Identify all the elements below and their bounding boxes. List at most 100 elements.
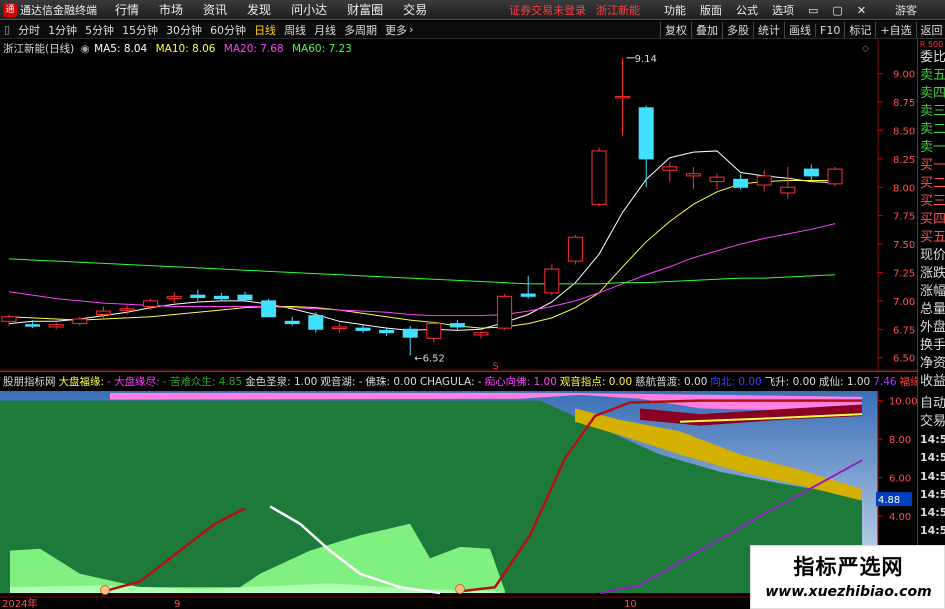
back-button[interactable]: 返回 <box>915 22 945 38</box>
period-tab[interactable]: 多周期 <box>344 22 377 38</box>
period-tab-more[interactable]: 更多 <box>385 22 407 38</box>
menu-formula[interactable]: 公式 <box>736 2 758 18</box>
candle-body <box>72 318 88 325</box>
hand-icon <box>455 584 465 594</box>
period-tab[interactable]: 30分钟 <box>166 22 202 38</box>
indicator-tick-label: 6.00 <box>889 474 911 485</box>
toolbar-handle-icon[interactable]: ▯ <box>4 23 10 36</box>
menu-item-trade[interactable]: 交易 <box>403 1 427 18</box>
auto-trade-label[interactable]: 自动 <box>918 395 945 413</box>
tick-time: 14:56 <box>920 524 945 538</box>
menu-options[interactable]: 选项 <box>772 2 794 18</box>
menu-item-ask[interactable]: 问小达 <box>291 1 327 18</box>
quote-item-label: 换手 <box>920 338 945 353</box>
menu-item-discover[interactable]: 发现 <box>247 1 271 18</box>
menu-item-news[interactable]: 资讯 <box>203 1 227 18</box>
date-tick-label: 9 <box>174 599 180 609</box>
watermark-title: 指标严选网 <box>793 555 904 579</box>
candle-body <box>190 294 206 298</box>
ma60-line <box>8 258 836 285</box>
quote-item-label: 涨幅 <box>920 284 945 299</box>
menu-function[interactable]: 功能 <box>664 2 686 18</box>
price-tick-label: 7.25 <box>893 268 915 279</box>
price-tick-label: 6.50 <box>893 354 915 365</box>
period-tab[interactable]: 15分钟 <box>122 22 158 38</box>
adjust-button[interactable]: 复权 <box>660 22 691 38</box>
quote-item-label: 买五 <box>920 230 945 245</box>
period-toolbar: ▯ 分时 1分钟 5分钟 15分钟 30分钟 60分钟 日线 周线 月线 多周期… <box>0 21 945 39</box>
overlay-button[interactable]: 叠加 <box>691 22 722 38</box>
candle-body <box>426 323 442 339</box>
candle-body <box>709 176 725 183</box>
indicator-tick-label: 8.00 <box>889 435 911 446</box>
ma20-label: MA20: 7.68 <box>223 43 284 55</box>
candle-body <box>685 173 701 177</box>
menu-item-quotes[interactable]: 行情 <box>115 1 139 18</box>
candle-body <box>803 168 819 177</box>
guest-label[interactable]: 游客 <box>895 2 917 18</box>
candle-body <box>449 323 465 328</box>
menu-right: 功能 版面 公式 选项 ▭ ▢ ✕ <box>664 0 880 20</box>
quote-item-label: 委比 <box>920 50 945 65</box>
quote-item-label: 买三 <box>920 194 945 209</box>
quote-item-label: 总量 <box>920 302 945 317</box>
ma10-label: MA10: 8.06 <box>155 43 216 55</box>
candle-body <box>119 308 135 311</box>
menu-item-wealth[interactable]: 财富圈 <box>347 1 383 18</box>
chevron-right-icon[interactable]: › <box>409 23 413 36</box>
price-tick-label: 8.50 <box>893 127 915 138</box>
f10-button[interactable]: F10 <box>815 23 844 37</box>
quote-item-label: 买四 <box>920 212 945 227</box>
mark-button[interactable]: 标记 <box>844 22 875 38</box>
date-tick-label: 10 <box>624 599 637 609</box>
chart-title: 浙江新能(日线) <box>3 43 75 55</box>
multi-stock-button[interactable]: 多股 <box>722 22 753 38</box>
right-quote-panel: R 500 委比 卖五 卖四 卖三 卖二 卖一 买一 买二 买三 买四 买五 现价 涨跌 涨幅 总量 外盘 换手… <box>917 39 945 609</box>
draw-button[interactable]: 画线 <box>784 22 815 38</box>
menu-layout[interactable]: 版面 <box>700 2 722 18</box>
candle-body <box>379 329 395 334</box>
price-tick-label: 8.25 <box>893 155 915 166</box>
quote-item-label: 卖一 <box>920 140 945 155</box>
settings-icon[interactable]: ◉ <box>81 43 90 55</box>
period-tab[interactable]: 周线 <box>284 22 306 38</box>
candle-body <box>544 268 560 294</box>
tick-time: 14:56 <box>920 487 945 501</box>
period-tab[interactable]: 分时 <box>18 22 40 38</box>
candle-body <box>662 166 678 171</box>
indicator-tick-label: 4.00 <box>889 512 911 523</box>
candle-body <box>567 236 583 262</box>
candle-body <box>1 316 17 322</box>
period-tab[interactable]: 1分钟 <box>48 22 77 38</box>
date-marker: S <box>493 362 499 371</box>
candle-body <box>166 295 182 300</box>
ma60-label: MA60: 7.23 <box>292 43 352 55</box>
add-watchlist-button[interactable]: +自选 <box>875 22 915 38</box>
low-price-label: ←6.52 <box>414 353 445 364</box>
quote-item-label: 卖五 <box>920 68 945 83</box>
candlestick-svg[interactable]: 9.00 8.75 8.50 8.25 8.00 7.75 7.50 7.25 7.00 6.75… <box>0 39 917 372</box>
candle-body <box>237 294 253 301</box>
candle-body <box>331 326 347 329</box>
candle-body <box>520 293 536 297</box>
date-tick-label: 2024年 <box>2 597 37 609</box>
candle-body <box>780 186 796 194</box>
auto-trade-label[interactable]: 交易 <box>918 413 945 431</box>
candle-body <box>95 310 111 315</box>
period-tab-daily[interactable]: 日线 <box>254 22 276 38</box>
period-tab[interactable]: 60分钟 <box>210 22 246 38</box>
close-icon[interactable]: ✕ <box>857 4 866 17</box>
current-value-label: 4.88 <box>878 495 900 506</box>
menu-item-market[interactable]: 市场 <box>159 1 183 18</box>
stats-button[interactable]: 统计 <box>753 22 784 38</box>
candlestick-chart[interactable]: 9.00 8.75 8.50 8.25 8.00 7.75 7.50 7.25 7.00 6.75… <box>0 39 917 372</box>
candle-body <box>213 295 229 300</box>
login-status[interactable]: 证券交易未登录 <box>509 2 586 18</box>
period-tab[interactable]: 5分钟 <box>85 22 114 38</box>
candle-body <box>756 175 772 186</box>
quote-item-label: 卖四 <box>920 86 945 101</box>
quote-item-label: 涨跌 <box>920 266 945 281</box>
period-tab[interactable]: 月线 <box>314 22 336 38</box>
restore-icon[interactable]: ▢ <box>832 4 842 17</box>
minimize-icon[interactable]: ▭ <box>808 4 818 17</box>
